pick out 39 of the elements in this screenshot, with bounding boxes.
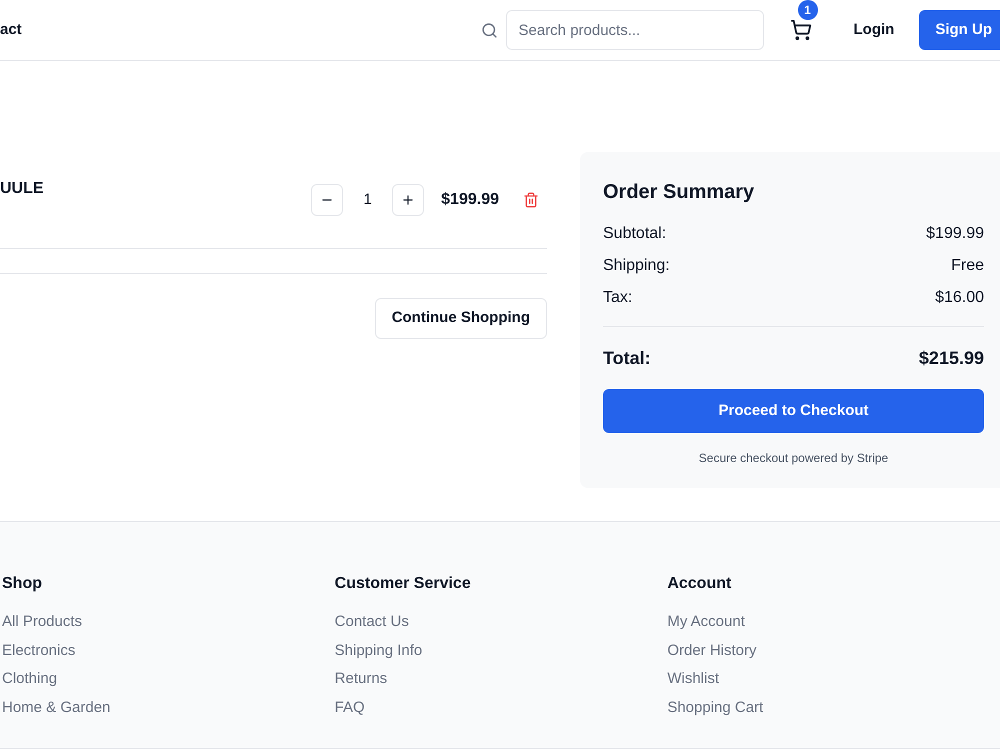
total-value: $215.99 <box>918 347 984 370</box>
summary-value: $199.99 <box>926 224 984 244</box>
sign-up-button[interactable]: Sign Up <box>919 10 1000 50</box>
secure-checkout-note: Secure checkout powered by Stripe <box>698 450 888 466</box>
summary-label: Shipping: <box>603 256 670 276</box>
footer-link[interactable]: Contact Us <box>334 612 409 632</box>
continue-shopping-button[interactable]: Continue Shopping <box>374 298 547 339</box>
summary-value: Free <box>951 256 984 276</box>
summary-value: $16.00 <box>935 288 984 308</box>
nav-link[interactable]: act <box>0 18 22 42</box>
total-label: Total: <box>603 347 651 370</box>
search-icon <box>480 22 498 38</box>
footer-link[interactable]: Electronics <box>2 640 76 661</box>
footer-link[interactable]: Clothing <box>2 669 58 690</box>
footer-heading: Account <box>667 574 732 594</box>
summary-label: Tax: <box>603 288 632 308</box>
trash-icon[interactable] <box>523 192 539 208</box>
footer-link[interactable]: My Account <box>667 612 745 632</box>
footer-link[interactable]: Returns <box>334 669 388 690</box>
order-summary-title: Order Summary <box>603 180 754 205</box>
footer-heading: Customer Service <box>334 574 471 594</box>
checkout-button[interactable]: Proceed to Checkout <box>603 389 984 433</box>
item-price: $199.99 <box>441 190 499 210</box>
footer-link[interactable]: Wishlist <box>667 669 719 690</box>
product-name: UULE <box>0 179 44 199</box>
footer-link[interactable]: Shopping Cart <box>667 698 764 718</box>
summary-label: Subtotal: <box>603 224 666 244</box>
footer-link[interactable]: Shipping Info <box>334 640 422 661</box>
cart-count-badge: 1 <box>798 0 818 20</box>
login-button[interactable]: Login <box>838 10 910 50</box>
cart-icon[interactable] <box>790 19 812 41</box>
search-field[interactable]: Search products... <box>506 10 764 50</box>
footer-heading: Shop <box>2 574 42 594</box>
footer-link[interactable]: FAQ <box>334 698 365 718</box>
footer-link[interactable]: Order History <box>667 640 757 661</box>
footer-link[interactable]: All Products <box>2 612 82 632</box>
plus-icon <box>401 193 416 207</box>
quantity-value: 1 <box>362 190 373 210</box>
footer-link[interactable]: Home & Garden <box>2 698 110 718</box>
